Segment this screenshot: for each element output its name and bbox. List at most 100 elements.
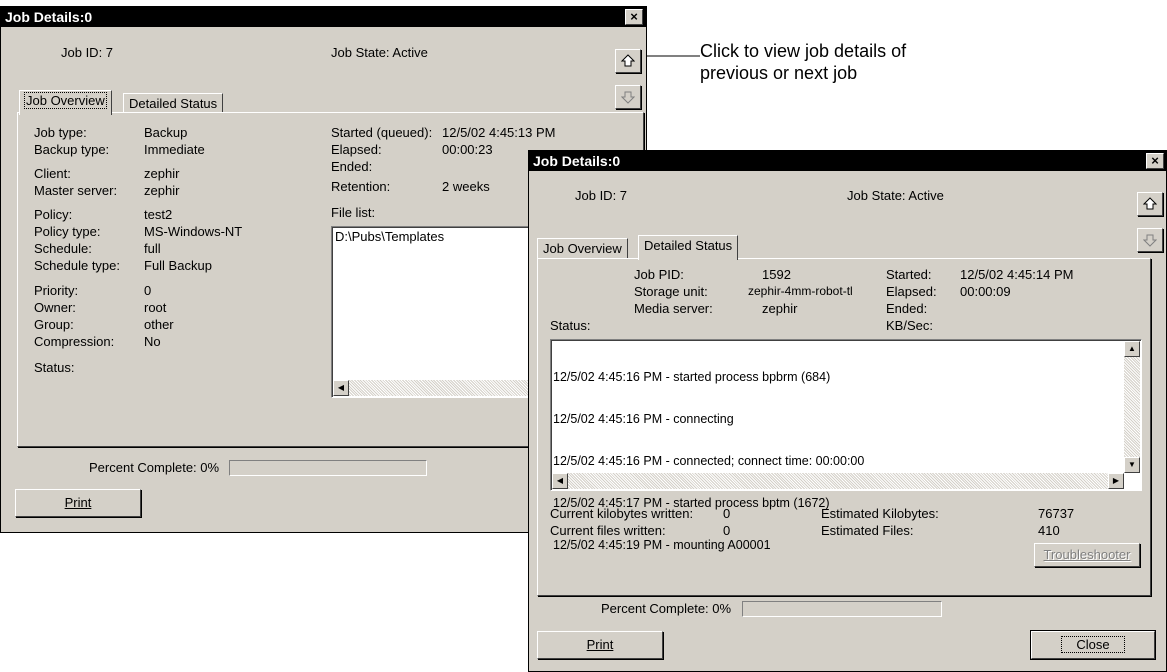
field-value: 1592 <box>762 267 791 282</box>
est-kb-label: Estimated Kilobytes: <box>821 506 939 521</box>
status-label: Status: <box>34 360 75 375</box>
scroll-left-icon[interactable]: ◀ <box>552 473 568 489</box>
down-arrow-icon <box>1143 234 1157 247</box>
field-value: 12/5/02 4:45:14 PM <box>960 267 1074 282</box>
field-label: Ended: <box>886 301 928 316</box>
field-label: Elapsed: <box>886 284 937 299</box>
log-line: 12/5/02 4:45:19 PM - mounting A00001 <box>553 538 771 552</box>
field-label: Schedule type: <box>34 258 121 273</box>
job-id-label: Job ID: 7 <box>61 45 114 60</box>
next-job-button[interactable] <box>1137 228 1163 252</box>
field-value: zephir <box>762 301 798 316</box>
scroll-down-icon[interactable]: ▼ <box>1124 457 1140 473</box>
field-label: Policy: <box>34 207 73 222</box>
field-label: Schedule: <box>34 241 92 256</box>
log-line: 12/5/02 4:45:16 PM - connected; connect … <box>553 454 865 468</box>
scroll-left-icon[interactable]: ◀ <box>333 380 349 396</box>
file-list-label: File list: <box>331 205 376 220</box>
field-value: test2 <box>144 207 173 222</box>
close-icon[interactable]: × <box>625 9 643 25</box>
up-arrow-icon <box>621 54 635 67</box>
tab-job-overview[interactable]: Job Overview <box>19 90 112 115</box>
job-id-label: Job ID: 7 <box>575 188 628 203</box>
field-label: Compression: <box>34 334 115 349</box>
print-button[interactable]: Print <box>15 489 141 517</box>
field-label: Owner: <box>34 300 76 315</box>
status-label: Status: <box>550 318 591 333</box>
field-value: 0 <box>144 283 152 298</box>
previous-job-button[interactable] <box>1137 192 1163 216</box>
field-value: zephir <box>144 166 180 181</box>
field-value: Full Backup <box>144 258 212 273</box>
est-files-value: 410 <box>1038 523 1060 538</box>
field-label: Master server: <box>34 183 118 198</box>
field-label: Priority: <box>34 283 79 298</box>
field-label: Policy type: <box>34 224 101 239</box>
field-value: MS-Windows-NT <box>144 224 243 239</box>
job-state-label: Job State: Active <box>847 188 944 203</box>
field-value: zephir-4mm-robot-tl <box>748 284 853 298</box>
status-log: 12/5/02 4:45:16 PM - started process bpb… <box>553 342 864 580</box>
close-icon[interactable]: × <box>1146 153 1164 169</box>
next-job-button[interactable] <box>615 85 641 109</box>
percent-complete-label: Percent Complete: 0% <box>89 460 220 475</box>
horizontal-scrollbar[interactable]: ◀ <box>333 380 531 396</box>
file-list-item: D:\Pubs\Templates <box>335 229 445 244</box>
troubleshooter-label: Troubleshooter <box>1043 547 1131 562</box>
progress-bar <box>742 601 942 617</box>
field-value: No <box>144 334 161 349</box>
field-value: 00:00:09 <box>960 284 1011 299</box>
field-value: other <box>144 317 174 332</box>
scroll-up-icon[interactable]: ▲ <box>1124 341 1140 357</box>
field-label: KB/Sec: <box>886 318 933 333</box>
horizontal-scrollbar[interactable]: ◀ ▶ <box>552 473 1124 489</box>
tab-label: Job Overview <box>543 241 622 256</box>
field-value: Immediate <box>144 142 205 157</box>
est-kb-value: 76737 <box>1038 506 1075 521</box>
log-line: 12/5/02 4:45:16 PM - connecting <box>553 412 734 426</box>
callout-line1: Click to view job details of <box>700 41 907 61</box>
field-label: Elapsed: <box>331 142 382 157</box>
close-button[interactable]: Close <box>1030 630 1156 660</box>
field-label: Started (queued): <box>331 125 433 140</box>
tab-detailed-status[interactable]: Detailed Status <box>638 235 739 260</box>
scroll-right-icon[interactable]: ▶ <box>1108 473 1124 489</box>
files-written-value: 0 <box>723 523 731 538</box>
field-value: 2 weeks <box>442 179 490 194</box>
tab-label: Detailed Status <box>129 96 218 111</box>
field-value: 12/5/02 4:45:13 PM <box>442 125 556 140</box>
print-button[interactable]: Print <box>537 631 663 659</box>
tab-label: Job Overview <box>24 92 107 109</box>
kb-written-value: 0 <box>723 506 731 521</box>
tab-job-overview[interactable]: Job Overview <box>537 238 628 260</box>
est-files-label: Estimated Files: <box>821 523 914 538</box>
title-bar: Job Details:0 × <box>1 7 646 27</box>
log-line: 12/5/02 4:45:16 PM - started process bpb… <box>553 370 831 384</box>
vertical-scrollbar[interactable]: ▲ ▼ <box>1124 341 1140 473</box>
status-log-box[interactable]: 12/5/02 4:45:16 PM - started process bpb… <box>550 339 1142 552</box>
file-list-box[interactable]: D:\Pubs\Templates ◀ <box>331 226 533 398</box>
field-label: Job PID: <box>634 267 684 282</box>
field-label: Storage unit: <box>634 284 708 299</box>
callout-line2: previous or next job <box>700 63 858 83</box>
previous-job-button[interactable] <box>615 49 641 73</box>
troubleshooter-button[interactable]: Troubleshooter <box>1034 543 1140 567</box>
field-label: Job type: <box>34 125 87 140</box>
window-title: Job Details:0 <box>5 9 93 25</box>
field-label: Retention: <box>331 179 391 194</box>
field-value: full <box>144 241 161 256</box>
job-state-label: Job State: Active <box>331 45 428 60</box>
close-label: Close <box>1061 636 1125 653</box>
callout-text: Click to view job details of previous or… <box>700 40 906 84</box>
field-value: root <box>144 300 167 315</box>
field-label: Ended: <box>331 159 373 174</box>
field-value: zephir <box>144 183 180 198</box>
job-details-window-front: Job Details:0 × Job ID: 7 Job State: Act… <box>528 150 1167 672</box>
field-value: Backup <box>144 125 188 140</box>
field-label: Started: <box>886 267 932 282</box>
kb-written-label: Current kilobytes written: <box>550 506 694 521</box>
print-label: Print <box>64 495 92 510</box>
field-value: 00:00:23 <box>442 142 493 157</box>
files-written-label: Current files written: <box>550 523 666 538</box>
window-title: Job Details:0 <box>533 153 621 169</box>
